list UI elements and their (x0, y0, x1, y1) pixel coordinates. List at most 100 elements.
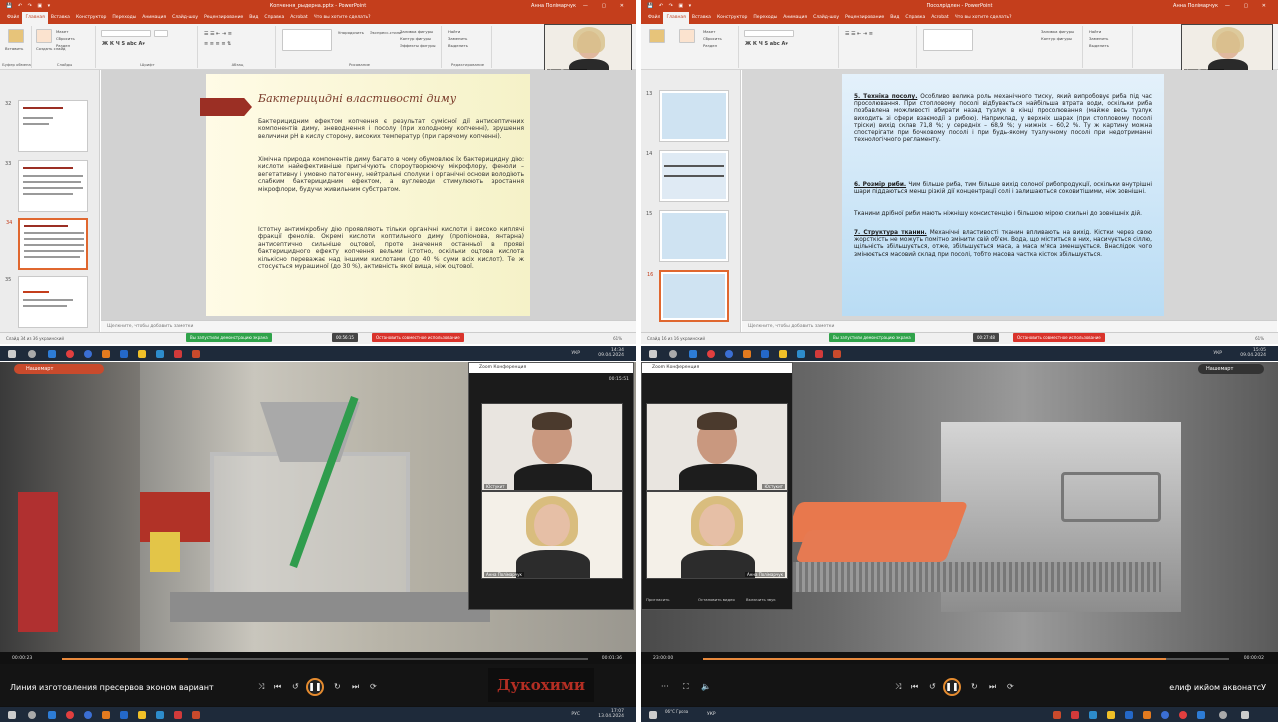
telegram-icon[interactable] (1089, 711, 1097, 719)
ribbon-tab[interactable]: Главная (663, 12, 689, 24)
next-icon[interactable]: ⏭ (352, 682, 359, 692)
ribbon-tab[interactable]: Слайд-шоу (810, 12, 842, 24)
ribbon-tab[interactable]: Рецензирование (201, 12, 246, 24)
media-player-icon[interactable] (1053, 711, 1061, 719)
acrobat-icon[interactable] (174, 350, 182, 358)
shape-fill-item[interactable]: Заливка фигуры (1041, 29, 1074, 34)
slide-thumb-34[interactable]: 34 (6, 218, 88, 270)
window-controls[interactable]: — ▢ ✕ (1225, 0, 1272, 12)
user-name[interactable]: Анна Полімарчук (1173, 0, 1218, 12)
start-icon[interactable] (8, 711, 16, 719)
new-slide-icon[interactable] (36, 29, 52, 43)
repeat-icon[interactable]: ⟳ (370, 682, 377, 692)
window-controls[interactable]: — ▢ ✕ (583, 0, 630, 12)
more-icon[interactable]: ··· (661, 682, 669, 692)
seek-track[interactable] (703, 658, 1229, 660)
find-item[interactable]: Найти (1089, 29, 1101, 34)
reset-item[interactable]: Сбросить (56, 36, 75, 41)
zoom-video-tile-2[interactable]: Анна Полімарчук (646, 491, 788, 579)
section-item[interactable]: Раздел (56, 43, 70, 48)
new-slide-icon[interactable] (679, 29, 695, 43)
previous-icon[interactable]: ⏮ (274, 682, 281, 692)
tray-language[interactable]: УКР (707, 712, 716, 717)
ribbon-tab[interactable]: Конструктор (73, 12, 109, 24)
paragraph-icons[interactable]: ☰ ☰ ⇤ ⇥ ≡ (845, 31, 873, 37)
explorer-icon[interactable] (1107, 711, 1115, 719)
browser-icon[interactable] (48, 711, 56, 719)
replace-item[interactable]: Заменить (448, 36, 467, 41)
slide-thumb-33[interactable]: 33 (5, 160, 88, 212)
current-slide[interactable]: Бактерицидні властивості диму Бактерицид… (200, 74, 530, 316)
ribbon-tab[interactable]: Анимация (780, 12, 810, 24)
powerpoint-icon[interactable] (192, 350, 200, 358)
acrobat-icon[interactable] (174, 711, 182, 719)
clock[interactable]: 15:05 09.04.2024 (1240, 348, 1266, 358)
firefox-icon[interactable] (102, 711, 110, 719)
font-format-icons[interactable]: Ж К Ч S abc A▾ (745, 41, 788, 47)
zoom-app-icon[interactable] (725, 350, 733, 358)
ribbon-tab[interactable]: Справка (261, 12, 287, 24)
firefox-icon[interactable] (743, 350, 751, 358)
shape-fill-item[interactable]: Заливка фигуры (400, 29, 433, 34)
telegram-icon[interactable] (797, 350, 805, 358)
align-icons[interactable]: ≡ ≡ ≡ ≡ ⇅ (204, 41, 231, 47)
browser-icon[interactable] (1197, 711, 1205, 719)
invite-button[interactable]: Пригласить (646, 597, 670, 602)
zoom-app-icon[interactable] (1161, 711, 1169, 719)
word-icon[interactable] (120, 711, 128, 719)
shapes-gallery[interactable] (923, 29, 973, 51)
ribbon-tab[interactable]: Переходы (750, 12, 780, 24)
browser-icon[interactable] (48, 350, 56, 358)
font-family-select[interactable] (101, 30, 151, 37)
shapes-gallery[interactable] (282, 29, 332, 51)
unmute-button[interactable]: Включить звук (746, 597, 776, 602)
ribbon-tab[interactable]: Вид (887, 12, 902, 24)
slide-thumb-35[interactable]: 35 (5, 276, 88, 328)
ribbon-tab[interactable]: Главная (22, 12, 48, 24)
explorer-icon[interactable] (779, 350, 787, 358)
ribbon-tab[interactable]: Вид (246, 12, 261, 24)
stop-sharing-button[interactable]: Остановить совместное использование (1013, 333, 1105, 342)
ribbon-tab[interactable]: Анимация (139, 12, 169, 24)
ribbon-tab[interactable]: Справка (902, 12, 928, 24)
user-name[interactable]: Анна Полімарчук (531, 0, 576, 12)
zoom-video-tile-2[interactable]: Анна Полімарчук (481, 491, 623, 579)
ribbon-tab[interactable]: Слайд-шоу (169, 12, 201, 24)
acrobat-icon[interactable] (815, 350, 823, 358)
word-icon[interactable] (1125, 711, 1133, 719)
next-icon[interactable]: ⏭ (989, 682, 996, 692)
explorer-icon[interactable] (138, 350, 146, 358)
windows-icon[interactable] (1241, 711, 1249, 719)
paste-icon[interactable] (8, 29, 24, 43)
rewind-icon[interactable]: ↺ (292, 682, 299, 692)
telegram-icon[interactable] (156, 350, 164, 358)
slide-thumb-14[interactable]: 14 (646, 150, 729, 202)
paragraph-icons[interactable]: ☰ ☰ ⇤ ⇥ ≡ (204, 31, 232, 37)
zoom-video-tile-1[interactable]: Юстукит (646, 403, 788, 491)
start-icon[interactable] (649, 350, 657, 358)
slide-thumb-16[interactable]: 16 (647, 270, 729, 322)
rewind-icon[interactable]: ↺ (929, 682, 936, 692)
ribbon-tab[interactable]: Acrobat (928, 12, 951, 24)
video-tile-1[interactable]: Анна Полімарчук (1181, 24, 1273, 76)
zoom-level[interactable]: 61% (613, 333, 622, 345)
seek-bar[interactable]: 00:00:23 00:01:36 (0, 654, 636, 662)
ribbon-tab[interactable]: Что вы хотите сделать? (952, 12, 1015, 24)
chrome-icon[interactable] (66, 711, 74, 719)
pause-button[interactable]: ❚❚ (306, 678, 324, 696)
stop-video-button[interactable]: Остановить видео (698, 597, 735, 602)
ribbon-tab[interactable]: Файл (645, 12, 663, 24)
ribbon-tab[interactable]: Acrobat (287, 12, 310, 24)
search-icon[interactable] (28, 350, 36, 358)
forward-icon[interactable]: ↻ (334, 682, 341, 692)
quick-styles-item[interactable]: Экспресс-стили (370, 30, 401, 35)
font-format-icons[interactable]: Ж К Ч S abc A▾ (102, 41, 145, 47)
ribbon-tab[interactable]: Конструктор (714, 12, 750, 24)
clock[interactable]: 17:07 13.04.2024 (598, 709, 624, 719)
search-icon[interactable] (1219, 711, 1227, 719)
ribbon-tab[interactable]: Рецензирование (842, 12, 887, 24)
current-slide[interactable]: 5. Техніка посолу. Особливо велика роль … (842, 74, 1164, 316)
start-icon[interactable] (649, 711, 657, 719)
explorer-icon[interactable] (138, 711, 146, 719)
repeat-icon[interactable]: ⟳ (1007, 682, 1014, 692)
